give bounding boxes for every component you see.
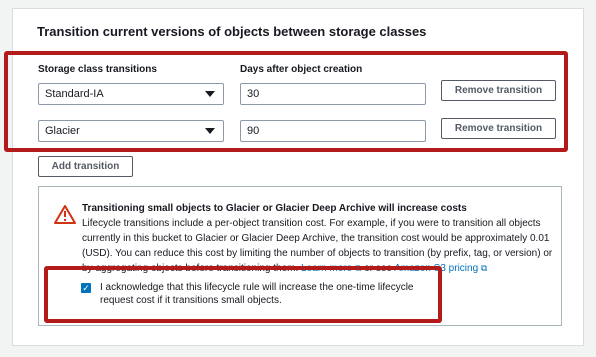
- acknowledge-highlight: [44, 266, 442, 323]
- transitions-highlight: [4, 51, 568, 152]
- warning-icon: [54, 205, 76, 224]
- section-title: Transition current versions of objects b…: [37, 24, 427, 39]
- alert-title: Transitioning small objects to Glacier o…: [82, 203, 467, 214]
- add-transition-button[interactable]: Add transition: [38, 156, 133, 177]
- external-link-icon: ⧉: [480, 263, 488, 273]
